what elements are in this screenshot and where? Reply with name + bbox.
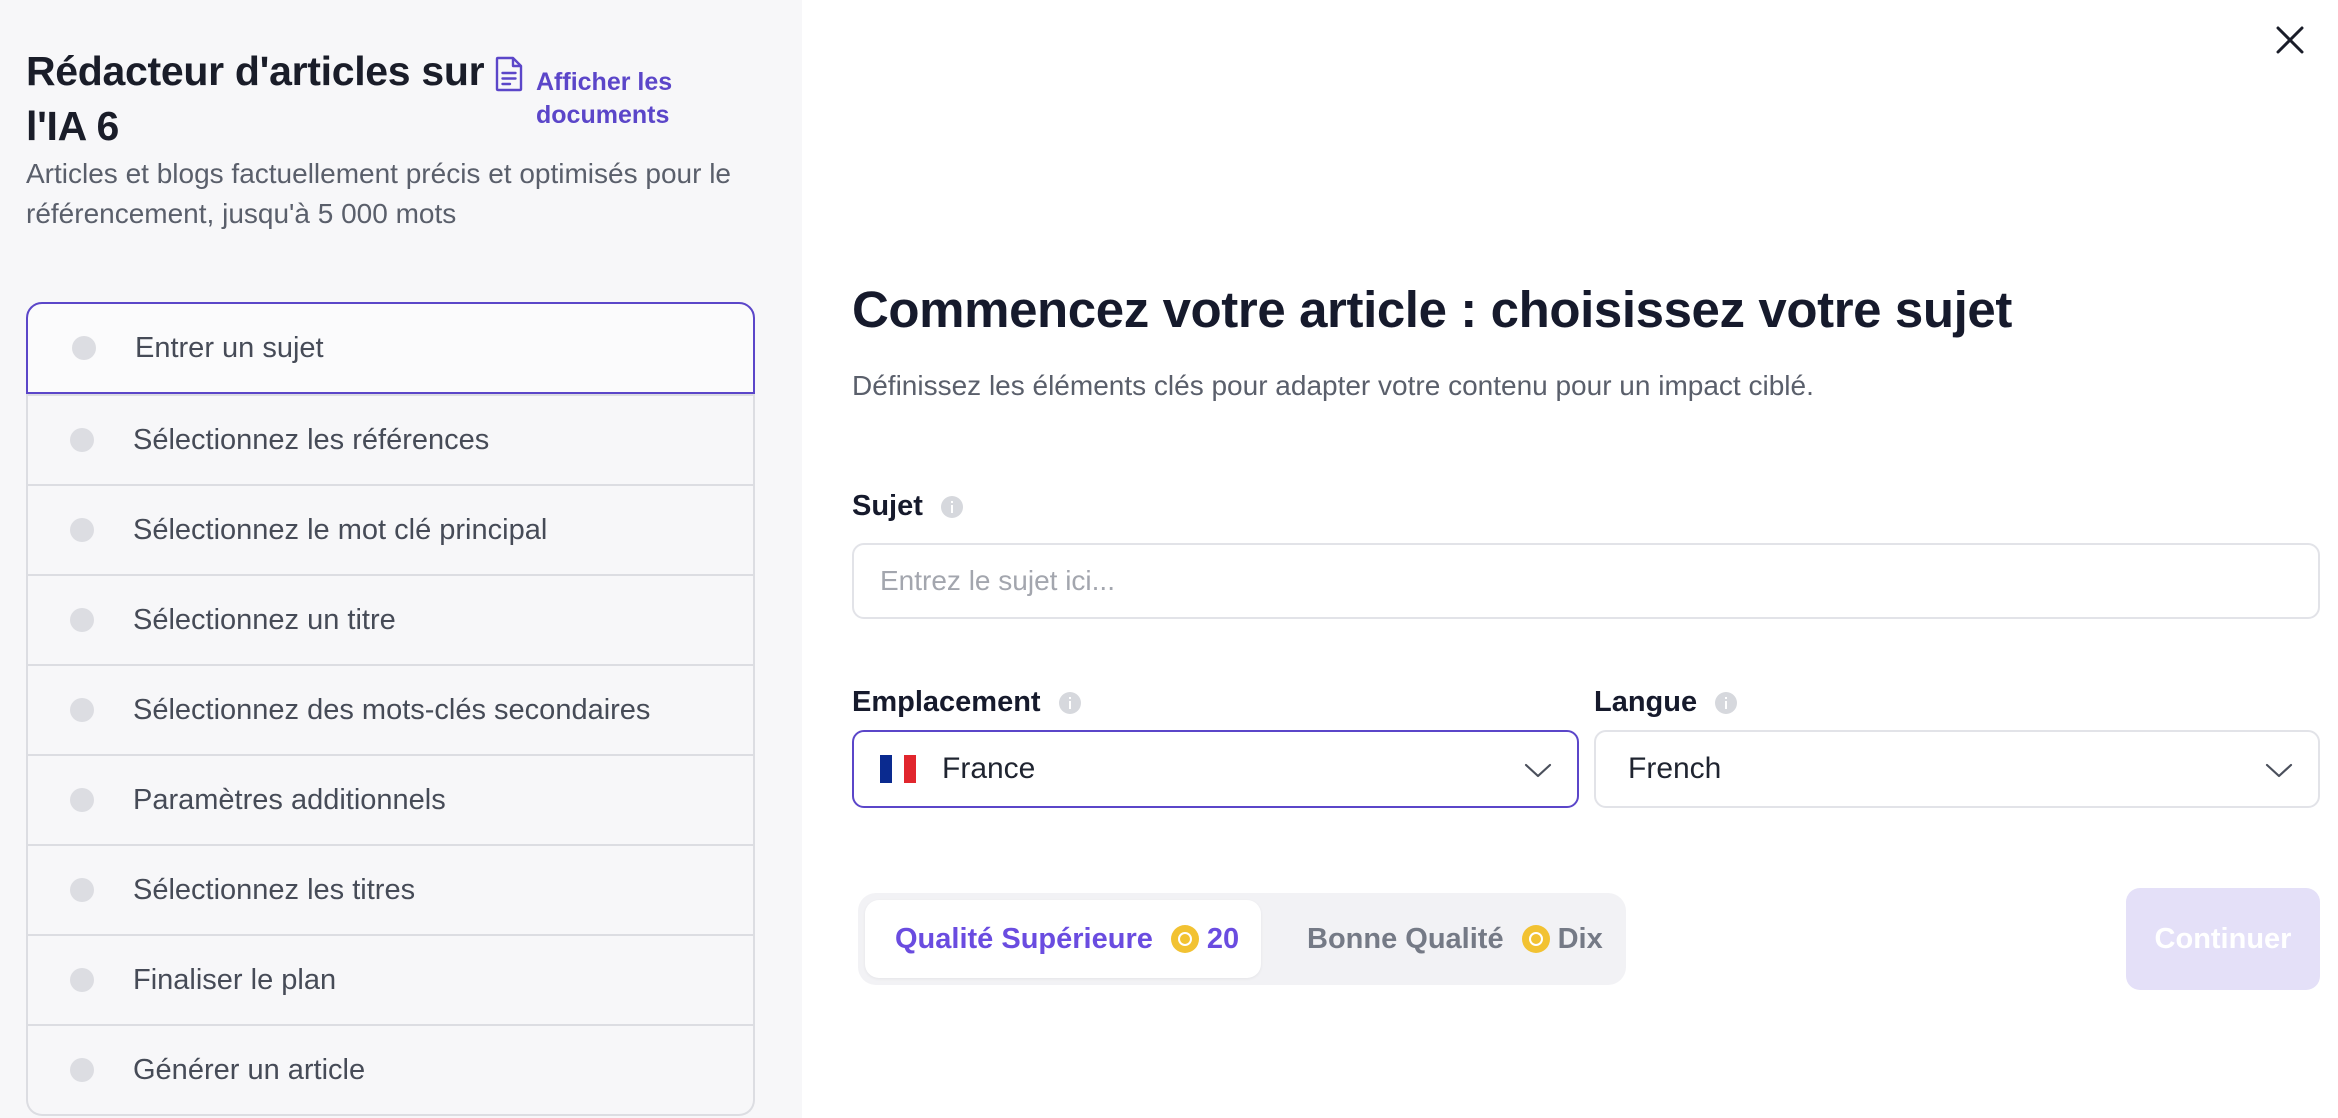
quality-option-label: Bonne Qualité (1307, 922, 1504, 955)
location-label-row: Emplacement (852, 686, 1081, 719)
subject-label-row: Sujet (852, 490, 963, 523)
step-label: Sélectionnez les titres (133, 873, 416, 906)
subject-label: Sujet (852, 490, 923, 522)
continue-button[interactable]: Continuer (2126, 888, 2320, 990)
chevron-down-icon (2265, 763, 2293, 778)
close-icon[interactable] (2272, 22, 2308, 58)
language-label: Langue (1594, 686, 1698, 718)
step-label: Sélectionnez les références (133, 423, 490, 456)
view-documents-label: Afficher les documents (536, 68, 673, 129)
language-select[interactable]: French (1594, 730, 2320, 808)
language-value: French (1628, 752, 1722, 785)
info-icon[interactable] (940, 495, 963, 518)
page-title: Commencez votre article : choisissez vot… (852, 281, 2012, 338)
page-description: Définissez les éléments clés pour adapte… (852, 370, 1814, 401)
step-status-dot (70, 518, 94, 542)
step-status-dot (72, 336, 96, 360)
step-status-dot (70, 608, 94, 632)
location-select[interactable]: France (852, 730, 1579, 808)
step-label: Finaliser le plan (133, 963, 337, 996)
step-status-dot (70, 968, 94, 992)
quality-toggle: Qualité Supérieure 20 Bonne Qualité Dix (858, 893, 1626, 985)
step-label: Sélectionnez un titre (133, 603, 396, 636)
step-label: Générer un article (133, 1053, 366, 1086)
french-flag-icon (880, 755, 916, 783)
step-label: Sélectionnez le mot clé principal (133, 513, 548, 546)
quality-option-cost: 20 (1206, 922, 1240, 955)
step-label: Paramètres additionnels (133, 783, 446, 816)
quality-premium-option[interactable]: Qualité Supérieure 20 (865, 900, 1261, 978)
step-additional-settings[interactable]: Paramètres additionnels (28, 754, 753, 844)
quality-good-option[interactable]: Bonne Qualité Dix (1261, 900, 1619, 978)
coin-icon (1170, 925, 1199, 953)
view-documents-link[interactable]: Afficher les documents (494, 56, 686, 132)
step-select-title[interactable]: Sélectionnez un titre (28, 574, 753, 664)
app-subtitle: Articles et blogs factuellement précis e… (26, 158, 731, 229)
step-select-headings[interactable]: Sélectionnez les titres (28, 844, 753, 934)
language-label-row: Langue (1594, 686, 1738, 719)
coin-icon (1521, 925, 1550, 953)
location-label: Emplacement (852, 686, 1041, 718)
step-select-secondary-keywords[interactable]: Sélectionnez des mots-clés secondaires (28, 664, 753, 754)
step-generate-article[interactable]: Générer un article (28, 1024, 753, 1114)
step-status-dot (70, 698, 94, 722)
info-icon[interactable] (1715, 691, 1738, 714)
step-status-dot (70, 788, 94, 812)
subject-input[interactable] (852, 543, 2320, 619)
step-status-dot (70, 428, 94, 452)
chevron-down-icon (1524, 763, 1552, 778)
step-finalize-outline[interactable]: Finaliser le plan (28, 934, 753, 1024)
quality-option-label: Qualité Supérieure (895, 922, 1153, 955)
app-title: Rédacteur d'articles sur l'IA 6 (26, 48, 485, 149)
info-icon[interactable] (1058, 691, 1081, 714)
step-label: Entrer un sujet (135, 331, 324, 364)
steps-list: Entrer un sujet Sélectionnez les référen… (26, 302, 755, 1116)
location-value: France (942, 752, 1036, 785)
step-status-dot (70, 878, 94, 902)
left-panel: Rédacteur d'articles sur l'IA 6 Afficher… (0, 0, 802, 1118)
document-icon (495, 56, 523, 92)
step-select-main-keyword[interactable]: Sélectionnez le mot clé principal (28, 484, 753, 574)
quality-option-cost: Dix (1557, 922, 1603, 955)
step-status-dot (70, 1058, 94, 1082)
step-enter-subject[interactable]: Entrer un sujet (26, 302, 755, 394)
step-label: Sélectionnez des mots-clés secondaires (133, 693, 651, 726)
step-select-references[interactable]: Sélectionnez les références (28, 394, 753, 484)
